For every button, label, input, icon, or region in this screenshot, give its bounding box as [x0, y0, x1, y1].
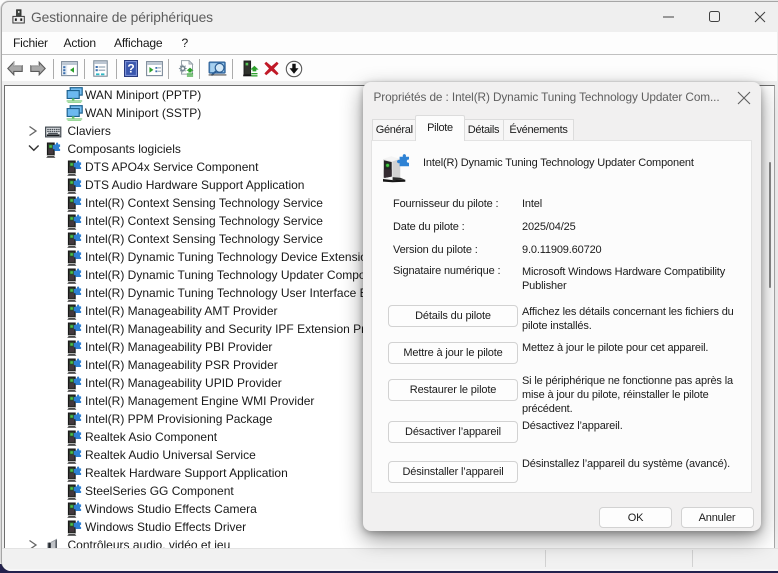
svg-text:?: ? [127, 61, 134, 75]
